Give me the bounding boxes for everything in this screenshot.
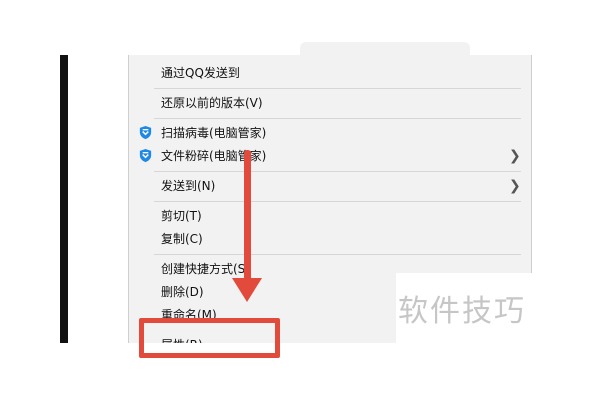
menu-item-label: 通过QQ发送到 (161, 66, 240, 80)
shield-icon (139, 148, 152, 163)
menu-item-file-shredder[interactable]: 文件粉碎(电脑管家) ❯ (129, 145, 531, 167)
menu-separator (154, 88, 521, 89)
annotation-arrow-down-icon (232, 278, 262, 302)
menu-item-scan-virus[interactable]: 扫描病毒(电脑管家) (129, 122, 531, 144)
menu-separator (154, 118, 521, 119)
menu-item-label: 扫描病毒(电脑管家) (161, 126, 267, 140)
menu-separator (154, 171, 521, 172)
chevron-right-icon: ❯ (509, 178, 521, 194)
shield-icon (139, 125, 152, 140)
annotation-arrow-shaft (244, 150, 251, 290)
menu-separator (154, 201, 521, 202)
menu-item-label: 删除(D) (161, 285, 204, 299)
annotation-highlight-box (139, 318, 280, 358)
menu-item-label: 还原以前的版本(V) (161, 96, 263, 110)
menu-item-restore-previous-versions[interactable]: 还原以前的版本(V) (129, 92, 531, 114)
menu-item-send-via-qq[interactable]: 通过QQ发送到 (129, 62, 531, 84)
menu-item-send-to[interactable]: 发送到(N) ❯ (129, 175, 531, 197)
chevron-right-icon: ❯ (509, 148, 521, 164)
menu-separator (154, 254, 521, 255)
menu-item-cut[interactable]: 剪切(T) (129, 205, 531, 227)
menu-item-label: 剪切(T) (161, 209, 202, 223)
window-edge (60, 55, 68, 345)
menu-item-label: 发送到(N) (161, 179, 216, 193)
watermark-text: 软件技巧 (398, 294, 526, 329)
menu-item-label: 创建快捷方式(S) (161, 262, 250, 276)
menu-item-label: 复制(C) (161, 232, 203, 246)
menu-item-copy[interactable]: 复制(C) (129, 228, 531, 250)
